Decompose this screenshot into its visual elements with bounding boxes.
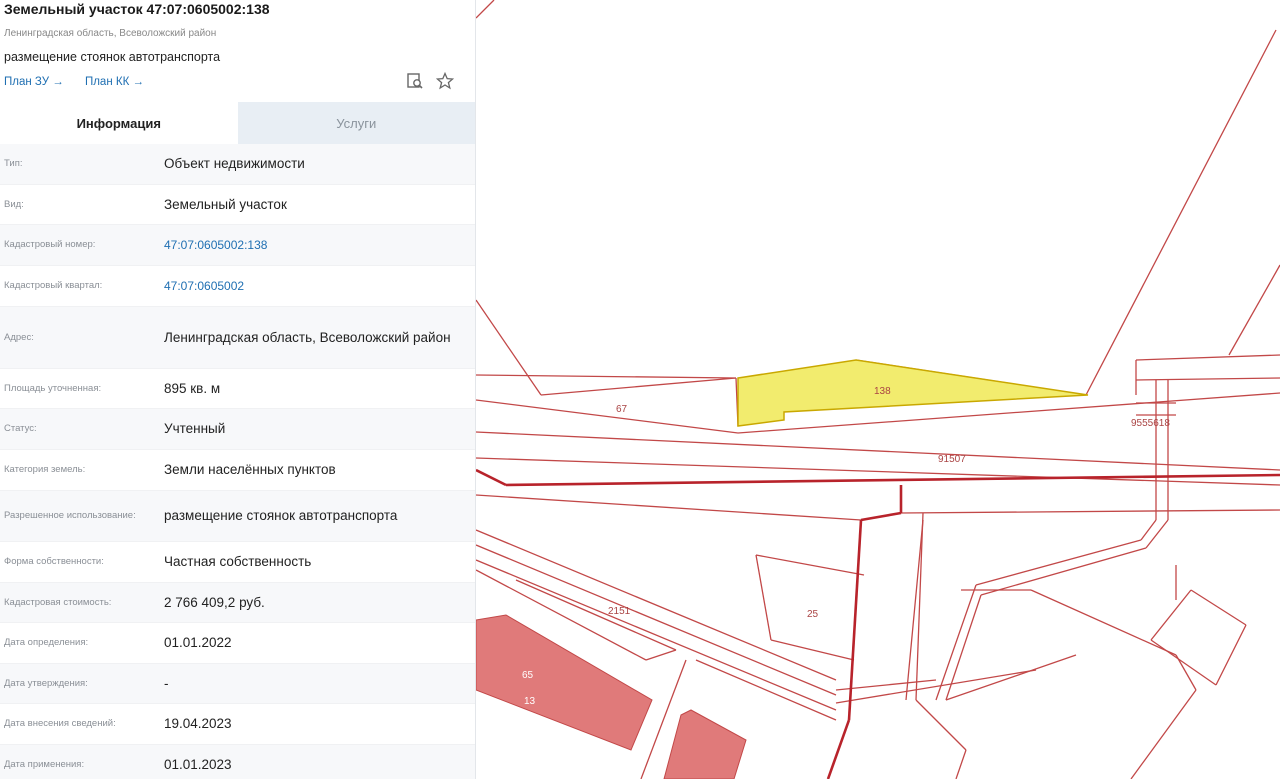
info-row-value: Частная собственность bbox=[164, 554, 312, 569]
info-row-value: 01.01.2023 bbox=[164, 756, 232, 772]
info-row-label: Разрешенное использование: bbox=[4, 510, 136, 521]
building-secondary[interactable] bbox=[663, 709, 747, 779]
info-row: Дата внесения сведений: 19.04.2023 bbox=[0, 704, 475, 745]
parcel-label-65: 65 bbox=[522, 670, 534, 681]
parcel-label-9555618: 9555618 bbox=[1131, 418, 1170, 429]
info-row: Тип: Объект недвижимости bbox=[0, 144, 475, 185]
info-row-label: Дата определения: bbox=[4, 637, 89, 648]
info-row-label: Дата применения: bbox=[4, 758, 85, 770]
info-row-label: Адрес: bbox=[4, 331, 34, 343]
info-row-value: Земельный участок bbox=[164, 196, 287, 212]
info-row-link[interactable]: 47:07:0605002 bbox=[159, 276, 475, 296]
info-row: Форма собственности: Частная собственност… bbox=[0, 542, 475, 583]
info-row-value: Объект недвижимости bbox=[164, 156, 305, 171]
info-row-label: Тип: bbox=[4, 158, 23, 169]
parcel-label-13: 13 bbox=[524, 696, 536, 707]
info-row: Разрешенное использование: размещение сто… bbox=[0, 491, 475, 542]
page-title: Земельный участок 47:07:0605002:138 bbox=[4, 1, 270, 17]
plan-kk-link[interactable]: План КК → bbox=[85, 76, 144, 88]
info-row: Кадастровый номер: 47:07:0605002:138 bbox=[0, 225, 475, 266]
parcel-label-67: 67 bbox=[616, 404, 628, 415]
info-row-value: - bbox=[164, 675, 169, 691]
info-row: Кадастровый квартал: 47:07:0605002 bbox=[0, 266, 475, 307]
cadastral-map[interactable]: 67 138 91507 9555618 2151 25 65 13 bbox=[476, 0, 1280, 779]
info-row-label: Площадь уточненная: bbox=[4, 382, 102, 394]
info-row-value: 01.01.2022 bbox=[164, 635, 232, 650]
map-canvas[interactable]: 67 138 91507 9555618 2151 25 65 13 bbox=[476, 0, 1280, 779]
info-row-value: Ленинградская область, Всеволожский райо… bbox=[164, 329, 451, 345]
info-row: Адрес: Ленинградская область, Всеволожски… bbox=[0, 307, 475, 369]
info-row: Площадь уточненная: 895 кв. м bbox=[0, 369, 475, 409]
parcel-label-138: 138 bbox=[874, 386, 891, 397]
building-65[interactable] bbox=[476, 614, 653, 751]
info-row-label: Вид: bbox=[4, 198, 24, 210]
info-row-value: Учтенный bbox=[164, 421, 226, 436]
address-subtitle: Ленинградская область, Всеволожский райо… bbox=[4, 28, 217, 39]
info-row-value: 2 766 409,2 руб. bbox=[164, 594, 265, 610]
info-row: Статус: Учтенный bbox=[0, 409, 475, 450]
info-row-label: Дата утверждения: bbox=[4, 677, 88, 689]
info-row-label: Кадастровый квартал: bbox=[4, 280, 103, 291]
info-row-value: 895 кв. м bbox=[164, 380, 221, 396]
info-row: Кадастровая стоимость: 2 766 409,2 руб. bbox=[0, 583, 475, 623]
tab-services[interactable]: Услуги bbox=[237, 102, 475, 144]
star-icon[interactable] bbox=[435, 71, 455, 92]
info-row: Дата определения: 01.01.2022 bbox=[0, 623, 475, 664]
info-row: Вид: Земельный участок bbox=[0, 185, 475, 225]
search-document-icon[interactable] bbox=[405, 72, 425, 92]
info-row-label: Форма собственности: bbox=[4, 556, 104, 567]
tab-information[interactable]: Информация bbox=[0, 102, 238, 144]
info-row-link[interactable]: 47:07:0605002:138 bbox=[159, 235, 475, 255]
info-row-label: Категория земель: bbox=[4, 464, 86, 475]
info-row: Дата утверждения: - bbox=[0, 664, 475, 704]
selected-parcel-138[interactable] bbox=[737, 359, 1089, 427]
info-row: Дата применения: 01.01.2023 bbox=[0, 745, 475, 779]
info-row-label: Кадастровая стоимость: bbox=[4, 596, 112, 608]
plan-links: План ЗУ → План КК → bbox=[4, 76, 162, 88]
info-row-value: 19.04.2023 bbox=[164, 716, 232, 731]
info-row-label: Кадастровый номер: bbox=[4, 239, 96, 250]
info-table: Тип: Объект недвижимости Вид: Земельный уча… bbox=[0, 144, 475, 779]
parcel-label-91507: 91507 bbox=[938, 454, 966, 465]
info-panel: Земельный участок 47:07:0605002:138 Лени… bbox=[0, 0, 476, 779]
parcel-label-25: 25 bbox=[807, 609, 819, 620]
boundary-line bbox=[476, 0, 495, 19]
purpose-text: размещение стоянок автотранспорта bbox=[4, 50, 221, 64]
info-row-value: Земли населённых пунктов bbox=[164, 462, 336, 477]
info-row-label: Статус: bbox=[4, 423, 37, 434]
parcel-label-2151: 2151 bbox=[608, 606, 631, 617]
info-row-value: размещение стоянок автотранспорта bbox=[164, 508, 398, 523]
info-row-label: Дата внесения сведений: bbox=[4, 718, 116, 729]
info-row: Категория земель: Земли населённых пункто… bbox=[0, 450, 475, 491]
tab-bar: Информация Услуги bbox=[0, 102, 475, 144]
plan-zu-link[interactable]: План ЗУ → bbox=[4, 76, 64, 88]
